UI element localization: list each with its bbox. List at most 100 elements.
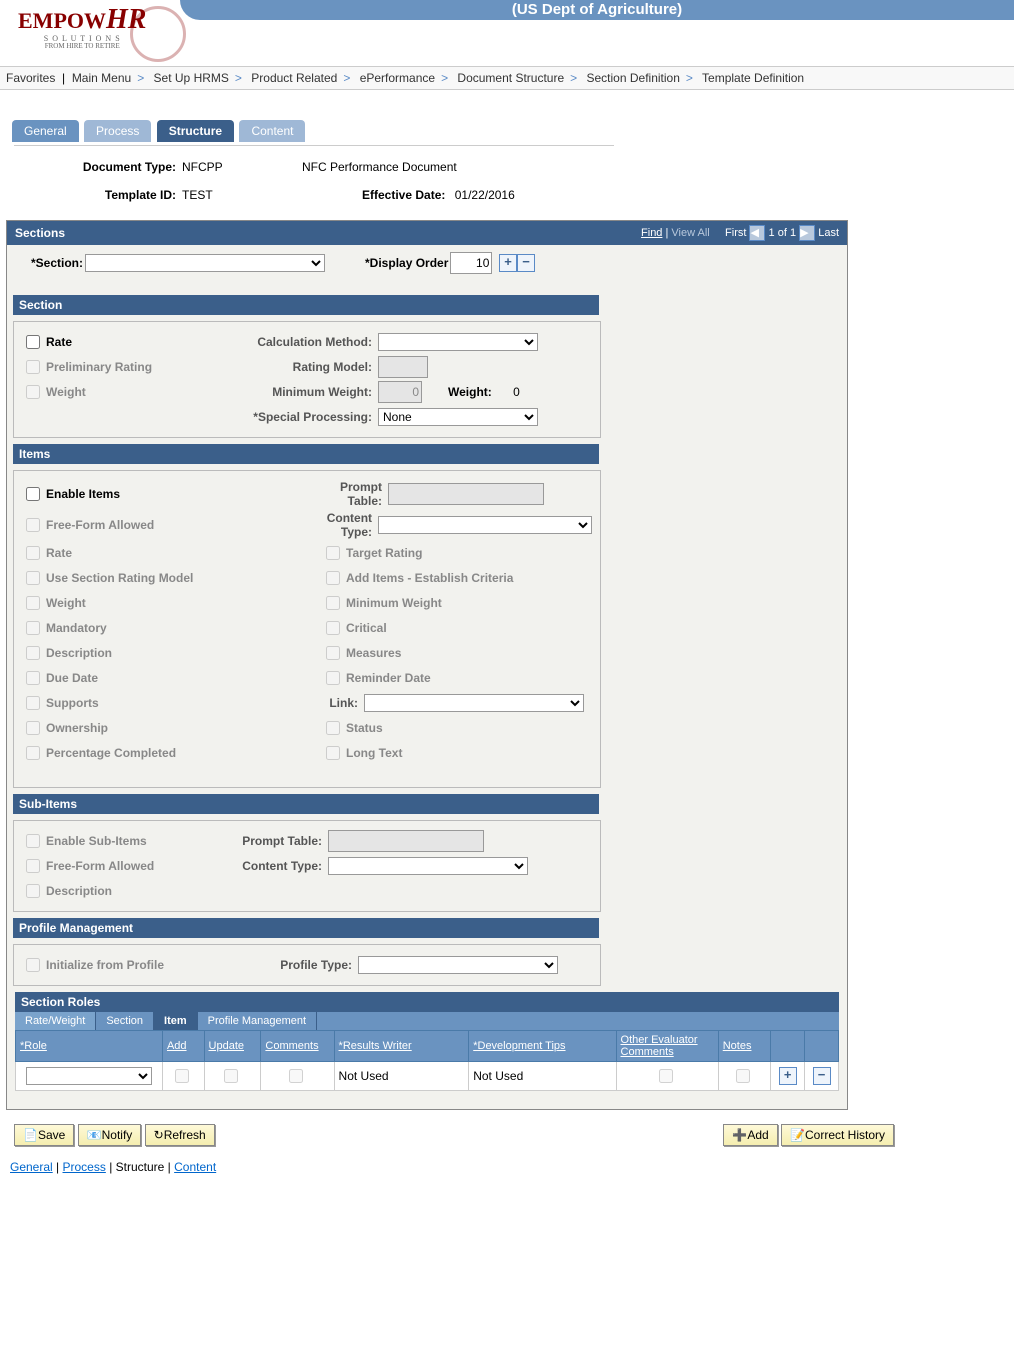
last-label[interactable]: Last [818,227,839,239]
tab-structure[interactable]: Structure [157,120,234,142]
rating-model-input [378,356,428,378]
col-update[interactable]: Update [204,1031,261,1062]
crumb-1[interactable]: Main Menu [72,71,131,85]
tab-general[interactable]: General [12,120,79,142]
col-notes[interactable]: Notes [718,1031,771,1062]
rate-label: Rate [46,335,72,349]
first-label[interactable]: First [725,227,746,239]
add-items-checkbox [326,571,340,585]
section-select[interactable] [85,254,325,272]
display-order-input[interactable] [450,252,492,274]
critical-label: Critical [346,621,387,635]
tab-content[interactable]: Content [239,120,305,142]
subtab-item[interactable]: Item [154,1012,198,1030]
sub-prompt-input [328,830,484,852]
row-notes-checkbox [736,1069,750,1083]
doc-type-label: Document Type: [46,160,176,174]
long-text-checkbox [326,746,340,760]
crumb-2[interactable]: Set Up HRMS [154,71,229,85]
subtab-section[interactable]: Section [96,1012,154,1030]
correct-history-button[interactable]: 📝Correct History [781,1124,894,1146]
template-id-value: TEST [182,188,302,202]
next-icon[interactable]: ▶ [799,225,815,241]
pager-text: 1 of 1 [769,227,797,239]
content-type-label: Content Type: [314,511,372,539]
row-add-icon[interactable]: + [779,1067,797,1085]
subtab-rateweight[interactable]: Rate/Weight [15,1012,96,1030]
due-date-label: Due Date [46,671,98,685]
section-group-title: Section [13,295,599,315]
profile-group-title: Profile Management [13,918,599,938]
freeform-label: Free-Form Allowed [46,518,154,532]
special-processing-select[interactable]: None [378,408,538,426]
freeform-checkbox [26,518,40,532]
link-select[interactable] [364,694,584,712]
profile-group: Initialize from Profile Profile Type: [13,944,601,986]
prompt-table-label: Prompt Table: [322,480,382,508]
refresh-button[interactable]: ↻Refresh [145,1124,215,1146]
template-id-label: Template ID: [46,188,176,202]
link-process[interactable]: Process [63,1160,106,1174]
col-results[interactable]: *Results Writer [334,1031,469,1062]
calc-method-select[interactable] [378,333,538,351]
description-checkbox [26,646,40,660]
crumb-7[interactable]: Template Definition [702,71,804,85]
col-other[interactable]: Other Evaluator Comments [616,1031,718,1062]
col-delrow [805,1031,839,1062]
row-other-checkbox [659,1069,673,1083]
description-label: Description [46,646,112,660]
col-add[interactable]: Add [162,1031,204,1062]
ownership-checkbox [26,721,40,735]
use-section-rm-label: Use Section Rating Model [46,571,193,585]
col-comments[interactable]: Comments [261,1031,334,1062]
items-weight-label: Weight [46,596,86,610]
save-button[interactable]: 📄Save [14,1124,74,1146]
role-select[interactable] [26,1067,152,1085]
view-all-link[interactable]: View All [671,227,709,239]
pct-label: Percentage Completed [46,746,176,760]
add-button[interactable]: ➕Add [723,1124,777,1146]
link-content[interactable]: Content [174,1160,216,1174]
link-general[interactable]: General [10,1160,53,1174]
delete-row-icon[interactable]: − [517,254,535,272]
row-del-icon[interactable]: − [813,1067,831,1085]
col-role[interactable]: *Role [16,1031,163,1062]
sections-title: Sections [15,226,65,240]
sub-contenttype-select[interactable] [328,857,528,875]
col-dev[interactable]: *Development Tips [469,1031,616,1062]
crumb-6[interactable]: Section Definition [587,71,680,85]
subtab-profile[interactable]: Profile Management [198,1012,317,1030]
sub-freeform-label: Free-Form Allowed [46,859,154,873]
notify-button[interactable]: 📧Notify [78,1124,142,1146]
crumb-5[interactable]: Document Structure [457,71,564,85]
due-date-checkbox [26,671,40,685]
rating-model-label: Rating Model: [222,360,372,374]
min-weight-input [378,381,422,403]
add-row-icon[interactable]: + [499,254,517,272]
tab-process[interactable]: Process [84,120,151,142]
items-minweight-label: Minimum Weight [346,596,442,610]
row-dev: Not Used [469,1062,616,1091]
profile-type-select[interactable] [358,956,558,974]
section-roles-title: Section Roles [15,992,839,1012]
crumb-4[interactable]: ePerformance [360,71,435,85]
enable-items-label: Enable Items [46,487,120,501]
init-profile-checkbox [26,958,40,972]
rate-checkbox[interactable] [26,335,40,349]
enable-items-checkbox[interactable] [26,487,40,501]
sub-description-label: Description [46,884,112,898]
crumb-3[interactable]: Product Related [251,71,337,85]
prev-icon[interactable]: ◀ [749,225,765,241]
target-rating-label: Target Rating [346,546,422,560]
crumb-0[interactable]: Favorites [6,71,55,85]
find-link[interactable]: Find [641,227,662,239]
logo-text-a: EMPOW [18,8,106,33]
min-weight-label: Minimum Weight: [222,385,372,399]
profile-type-label: Profile Type: [222,958,352,972]
reminder-checkbox [326,671,340,685]
reminder-label: Reminder Date [346,671,431,685]
logo-text-b: HR [106,4,146,35]
content-type-select[interactable] [378,516,592,534]
footer-buttons: 📄Save 📧Notify ↻Refresh ➕Add 📝Correct His… [14,1124,894,1146]
eff-date-value: 01/22/2016 [455,188,515,202]
